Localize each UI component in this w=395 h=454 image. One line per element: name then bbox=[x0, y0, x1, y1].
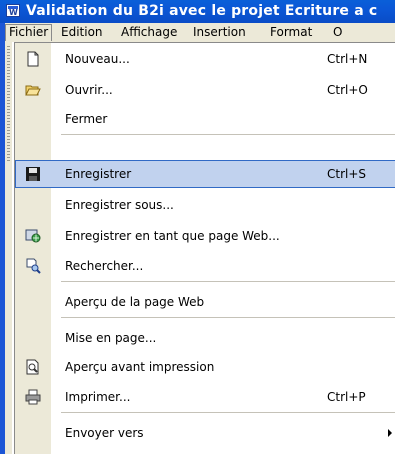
menu-item-label: Envoyer vers bbox=[65, 426, 144, 440]
menu-item-label: Mise en page... bbox=[65, 330, 157, 345]
menu-fichier[interactable]: Fichier bbox=[5, 24, 53, 41]
menu-edition[interactable]: Edition bbox=[61, 25, 103, 39]
new-document-icon bbox=[25, 51, 41, 67]
menu-item-label: Aperçu de la page Web bbox=[65, 295, 205, 309]
menu-item-label: Enregistrer en tant que page Web... bbox=[65, 229, 280, 243]
menu-separator bbox=[61, 412, 395, 413]
save-disk-icon bbox=[25, 166, 41, 182]
menu-outils[interactable]: O bbox=[333, 25, 342, 39]
submenu-arrow-icon bbox=[388, 429, 392, 437]
menu-item-shortcut: Ctrl+N bbox=[327, 52, 368, 66]
menu-item-label: Aperçu avant impression bbox=[65, 360, 215, 374]
menu-bar: Fichier Edition Affichage Insertion Form… bbox=[5, 23, 395, 42]
menu-item-mise-en-page[interactable]: Mise en page... bbox=[15, 323, 395, 352]
menu-item-label: Enregistrer bbox=[65, 167, 132, 181]
menu-separator bbox=[61, 281, 395, 282]
menu-item-apercu-page-web[interactable]: Aperçu de la page Web bbox=[15, 287, 395, 317]
menu-item-enregistrer-page-web[interactable]: Enregistrer en tant que page Web... bbox=[15, 221, 395, 251]
menu-item-apercu-impression[interactable]: Aperçu avant impression bbox=[15, 352, 395, 382]
menu-item-fermer[interactable]: Fermer bbox=[15, 104, 395, 134]
menu-item-label: Nouveau... bbox=[65, 52, 130, 66]
print-preview-icon bbox=[25, 359, 41, 375]
word-document-icon bbox=[6, 4, 20, 17]
menu-item-shortcut: Ctrl+S bbox=[327, 167, 367, 181]
menu-item-envoyer-vers[interactable]: Envoyer vers bbox=[15, 418, 395, 448]
menu-item-label: Enregistrer sous... bbox=[65, 198, 174, 212]
printer-icon bbox=[25, 389, 41, 405]
save-as-web-icon bbox=[25, 228, 41, 244]
menu-item-label: Rechercher... bbox=[65, 259, 144, 273]
file-menu-dropdown: Nouveau... Ctrl+N Ouvrir... Ctrl+O Ferme… bbox=[14, 42, 395, 454]
menu-item-nouveau[interactable]: Nouveau... Ctrl+N bbox=[15, 43, 395, 75]
menu-item-shortcut: Ctrl+P bbox=[327, 390, 366, 404]
menu-item-rechercher[interactable]: Rechercher... bbox=[15, 251, 395, 281]
menu-item-enregistrer[interactable]: Enregistrer Ctrl+S bbox=[15, 160, 395, 188]
menu-item-label: Fermer bbox=[65, 112, 108, 126]
menu-item-ouvrir[interactable]: Ouvrir... Ctrl+O bbox=[15, 75, 395, 104]
menu-affichage[interactable]: Affichage bbox=[121, 25, 177, 39]
window-title-bar[interactable]: Validation du B2i avec le projet Ecritur… bbox=[0, 0, 395, 23]
menu-format[interactable]: Format bbox=[270, 25, 312, 39]
menu-insertion[interactable]: Insertion bbox=[193, 25, 246, 39]
open-folder-icon bbox=[25, 82, 41, 98]
menu-separator bbox=[61, 134, 395, 135]
toolbar-grip bbox=[5, 42, 12, 454]
menu-item-label: Imprimer... bbox=[65, 390, 131, 404]
window-title: Validation du B2i avec le projet Ecritur… bbox=[26, 3, 378, 19]
menu-item-label: Ouvrir... bbox=[65, 82, 113, 97]
menu-separator bbox=[61, 317, 395, 318]
menu-item-shortcut: Ctrl+O bbox=[327, 82, 368, 97]
menu-item-enregistrer-sous[interactable]: Enregistrer sous... bbox=[15, 190, 395, 220]
menu-item-imprimer[interactable]: Imprimer... Ctrl+P bbox=[15, 382, 395, 412]
search-file-icon bbox=[25, 258, 41, 274]
